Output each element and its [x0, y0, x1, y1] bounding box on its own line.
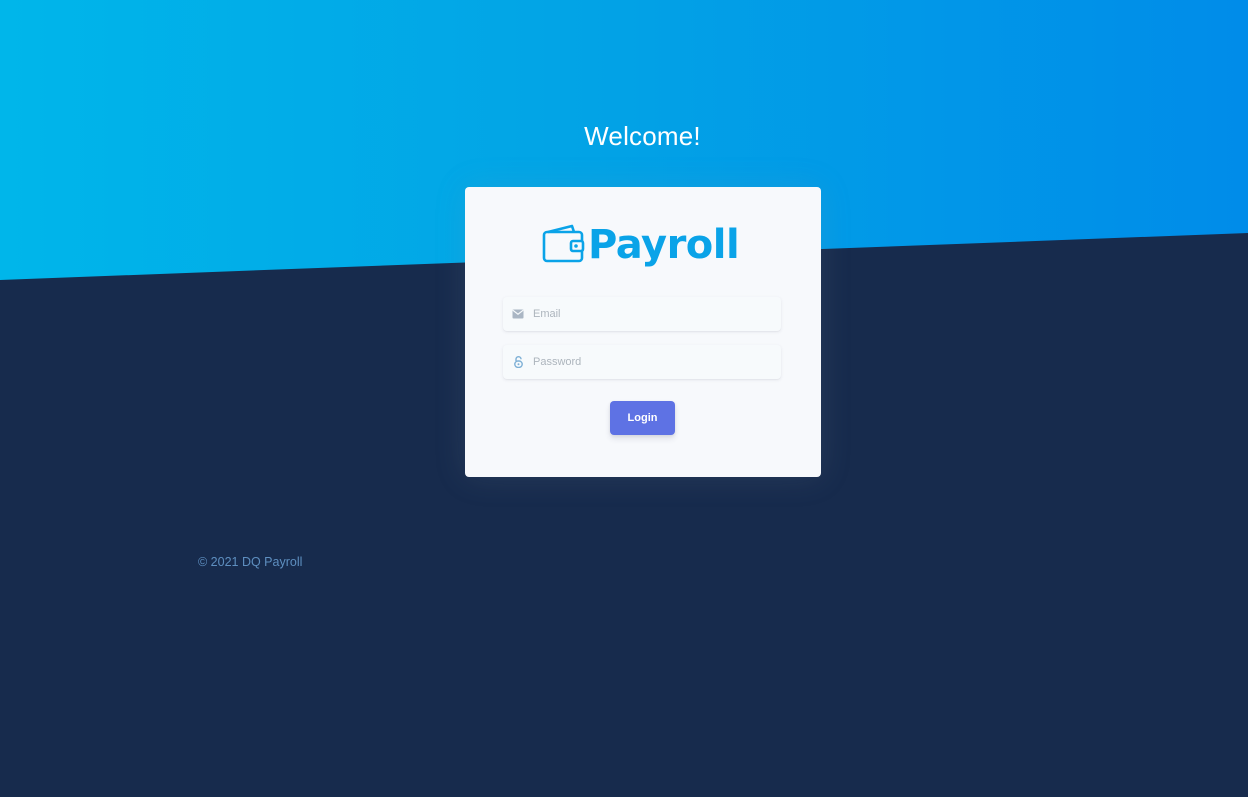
logo-text: Payroll: [588, 222, 740, 268]
login-page: Welcome! Payroll Email Login © 2021 DQ P…: [0, 0, 1248, 797]
login-button[interactable]: Login: [610, 401, 675, 435]
email-field-group: [503, 297, 781, 331]
lock-icon: [503, 356, 533, 368]
envelope-icon: [503, 309, 533, 319]
payroll-logo: Payroll: [542, 222, 740, 277]
password-input[interactable]: [533, 356, 763, 368]
welcome-heading: Welcome!: [584, 121, 701, 151]
login-card: Payroll Login: [465, 187, 821, 477]
password-field-group: [503, 345, 781, 379]
email-input[interactable]: [533, 308, 763, 320]
wallet-icon: [542, 223, 586, 267]
copyright-footer: © 2021 DQ Payroll: [198, 555, 303, 569]
